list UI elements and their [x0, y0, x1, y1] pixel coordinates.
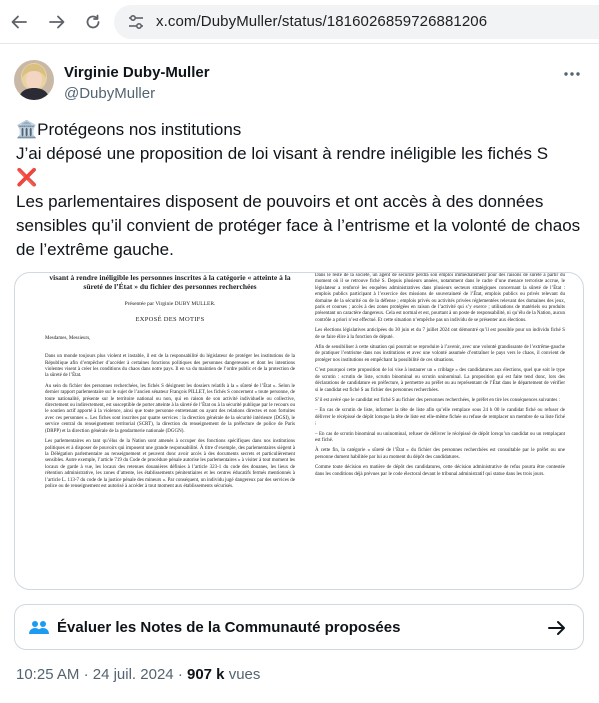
document-paragraph: Comme toute décision en matière de dépôt…	[315, 465, 565, 477]
author-display-name[interactable]: Virginie Duby-Muller	[64, 64, 210, 81]
arrow-right-icon	[49, 15, 65, 29]
cross-mark-icon: ❌	[16, 168, 38, 187]
tweet-line-2: J’ai déposé une proposition de loi visan…	[16, 144, 549, 163]
classical-building-icon: 🏛️	[16, 120, 38, 139]
community-notes-button[interactable]: Évaluer les Notes de la Communauté propo…	[14, 604, 584, 650]
attached-document-image[interactable]: visant à rendre inéligible les personnes…	[14, 272, 584, 590]
document-salutation: Mesdames, Messieurs,	[45, 335, 91, 341]
document-presented-by: Présentée par Virginie DUBY MULLER.	[124, 301, 216, 307]
site-settings-icon[interactable]	[126, 12, 146, 32]
document-title: visant à rendre inéligible les personnes…	[49, 273, 291, 291]
browser-toolbar: x.com/DubyMuller/status/1816026859726881…	[0, 0, 599, 44]
document-paragraph: À cette fin, la catégorie « sûreté de l’…	[315, 448, 565, 460]
tweet-paragraph: Les parlementaires disposent de pouvoirs…	[16, 192, 581, 259]
tweet-date[interactable]: 24 juil. 2024	[93, 666, 174, 683]
tweet-meta: 10:25 AM · 24 juil. 2024 · 907 k vues	[16, 666, 260, 683]
tweet-line-1: 🏛️Protégeons nos institutions	[16, 118, 586, 142]
document-paragraph: C’est pourquoi cette proposition de loi …	[315, 368, 565, 393]
community-notes-label: Évaluer les Notes de la Communauté propo…	[57, 619, 401, 636]
document-paragraph: S’il est avéré que le candidat est fiché…	[315, 397, 560, 403]
document-heading: EXPOSÉ DES MOTIFS	[135, 316, 205, 324]
address-bar[interactable]: x.com/DubyMuller/status/1816026859726881…	[114, 5, 599, 39]
tweet-headline: Protégeons nos institutions	[37, 120, 242, 139]
document-paragraph: – En cas de scrutin de liste, informer l…	[315, 408, 565, 427]
document-paragraph: – En cas de scrutin binominal ou uninomi…	[315, 431, 565, 443]
document-paragraph: Afin de sensibiliser à cette situation q…	[315, 345, 565, 363]
meta-separator: ·	[83, 666, 89, 683]
document-right-column: Dans le reste de la société, un agent de…	[315, 273, 565, 482]
document-paragraph: Dans le reste de la société, un agent de…	[315, 273, 565, 323]
document-paragraph: Dans un monde toujours plus violent et i…	[45, 354, 295, 379]
views-count: 907 k	[186, 666, 225, 683]
document-paragraph: Les élections législatives anticipées du…	[315, 328, 565, 340]
more-options-icon[interactable]	[560, 64, 584, 84]
arrow-left-icon	[11, 15, 27, 29]
tweet-text: 🏛️Protégeons nos institutions J’ai dépos…	[16, 118, 586, 262]
forward-button[interactable]	[44, 9, 70, 35]
back-button[interactable]	[6, 9, 32, 35]
reload-icon	[86, 14, 100, 29]
people-icon	[29, 618, 49, 638]
arrow-right-icon	[547, 618, 567, 638]
views-label: vues	[228, 666, 261, 683]
author-handle[interactable]: @DubyMuller	[64, 85, 155, 102]
tweet-time[interactable]: 10:25 AM	[16, 666, 79, 683]
document-left-column: visant à rendre inéligible les personnes…	[45, 273, 295, 494]
document-paragraph: Au sein du fichier des personnes recherc…	[45, 383, 295, 434]
url-text[interactable]: x.com/DubyMuller/status/1816026859726881…	[156, 13, 487, 30]
meta-separator: ·	[177, 666, 183, 683]
avatar[interactable]	[14, 60, 54, 100]
document-paragraph: Les parlementaires en tant qu’élus de la…	[45, 439, 295, 489]
reload-button[interactable]	[80, 9, 106, 35]
